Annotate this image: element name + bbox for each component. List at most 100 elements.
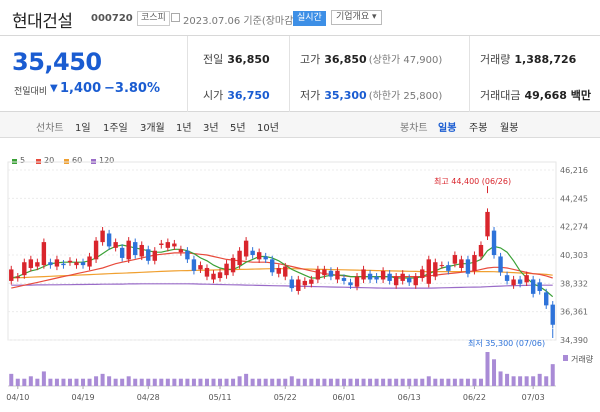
candle-body (159, 243, 164, 245)
candle-body (178, 249, 184, 253)
candle-body (289, 279, 294, 289)
x-tick-label: 04/10 (6, 393, 29, 402)
candle-body (74, 262, 79, 266)
volume-bar (178, 378, 183, 386)
candle-body (263, 256, 268, 260)
volume-bar (348, 378, 353, 386)
candle-body (28, 259, 34, 268)
volume-bar (485, 352, 490, 386)
candle-body (530, 279, 536, 294)
volume-bar (537, 373, 542, 386)
candle-body (133, 242, 138, 256)
volume-bar (74, 378, 79, 386)
volume-bar (544, 376, 549, 386)
volume-bar (244, 373, 249, 386)
volume-bar (22, 378, 27, 386)
volume-bar (159, 378, 164, 386)
volume-bar (413, 378, 418, 386)
volume-bar (433, 378, 438, 386)
volume-bar (498, 371, 503, 386)
volume-bar (224, 378, 229, 386)
volume-bar (191, 378, 196, 386)
volume-bar (204, 378, 209, 386)
volume-bar (48, 378, 53, 386)
volume-bar (394, 378, 399, 386)
min-annotation: 최저 35,300 (07/06) (468, 338, 545, 348)
volume-bar (15, 378, 20, 386)
volume-bar (459, 378, 464, 386)
candle-body (537, 282, 542, 291)
volume-bar (341, 378, 346, 386)
volume-bar (472, 378, 477, 386)
candle-body (348, 282, 353, 286)
volume-bar (231, 378, 236, 386)
candle-body (191, 259, 197, 271)
x-tick-label: 06/13 (398, 393, 421, 402)
volume-bar (152, 378, 157, 386)
y-tick-label: 36,361 (560, 308, 588, 317)
volume-bar (257, 378, 262, 386)
candle-body (87, 256, 92, 267)
volume-bar (211, 378, 216, 386)
candle-body (315, 269, 321, 280)
candle-body (478, 244, 484, 257)
volume-bar (296, 378, 301, 386)
volume-bar (400, 378, 405, 386)
candle-body (126, 240, 131, 260)
candle-body (439, 265, 445, 267)
candle-body (354, 276, 360, 287)
volume-bar (492, 359, 497, 386)
plot-frame (7, 161, 557, 341)
candle-body (80, 262, 86, 266)
volume-bar (54, 378, 59, 386)
candle-body (113, 242, 118, 248)
candle-body (61, 263, 66, 266)
volume-bar (505, 373, 510, 386)
volume-bar (550, 364, 555, 386)
volume-bar (61, 378, 66, 386)
candle-body (230, 257, 236, 273)
candle-body (367, 273, 373, 280)
volume-bar (368, 378, 373, 386)
candle-body (93, 240, 99, 260)
volume-bar (185, 378, 190, 386)
candle-body (393, 276, 399, 286)
candle-body (283, 266, 288, 277)
series-ma120 (11, 283, 553, 289)
volume-bar (531, 376, 536, 386)
x-tick-label: 04/28 (137, 393, 160, 402)
candle-body (322, 269, 327, 276)
candle-body (152, 250, 157, 261)
volume-bar (35, 378, 40, 386)
volume-bar (87, 378, 92, 386)
candle-body (544, 292, 549, 306)
candle-body (119, 247, 125, 258)
candle-body (465, 259, 471, 274)
candle-body (48, 262, 53, 266)
candle-body (452, 255, 458, 264)
volume-bar (139, 378, 144, 386)
candle-body (41, 242, 47, 266)
volume-bar (439, 378, 444, 386)
candle-body (328, 270, 334, 277)
volume-bar (511, 376, 516, 386)
candle-body (374, 276, 379, 280)
volume-bar (309, 378, 314, 386)
volume-bar (250, 378, 255, 386)
candle-body (22, 262, 27, 276)
volume-bar (426, 376, 431, 386)
volume-bar (120, 378, 125, 386)
candle-body (237, 250, 242, 266)
y-tick-label: 40,303 (560, 251, 588, 260)
candle-body (550, 304, 555, 325)
volume-bar (67, 378, 72, 386)
volume-bar (302, 378, 307, 386)
volume-legend-label: 거래량 (571, 354, 594, 364)
candle-body (54, 259, 60, 267)
volume-bar (172, 378, 177, 386)
volume-bar (198, 378, 203, 386)
candle-body (15, 276, 20, 279)
volume-bar (94, 376, 99, 386)
volume-bar (133, 378, 138, 386)
volume-bar (420, 378, 425, 386)
